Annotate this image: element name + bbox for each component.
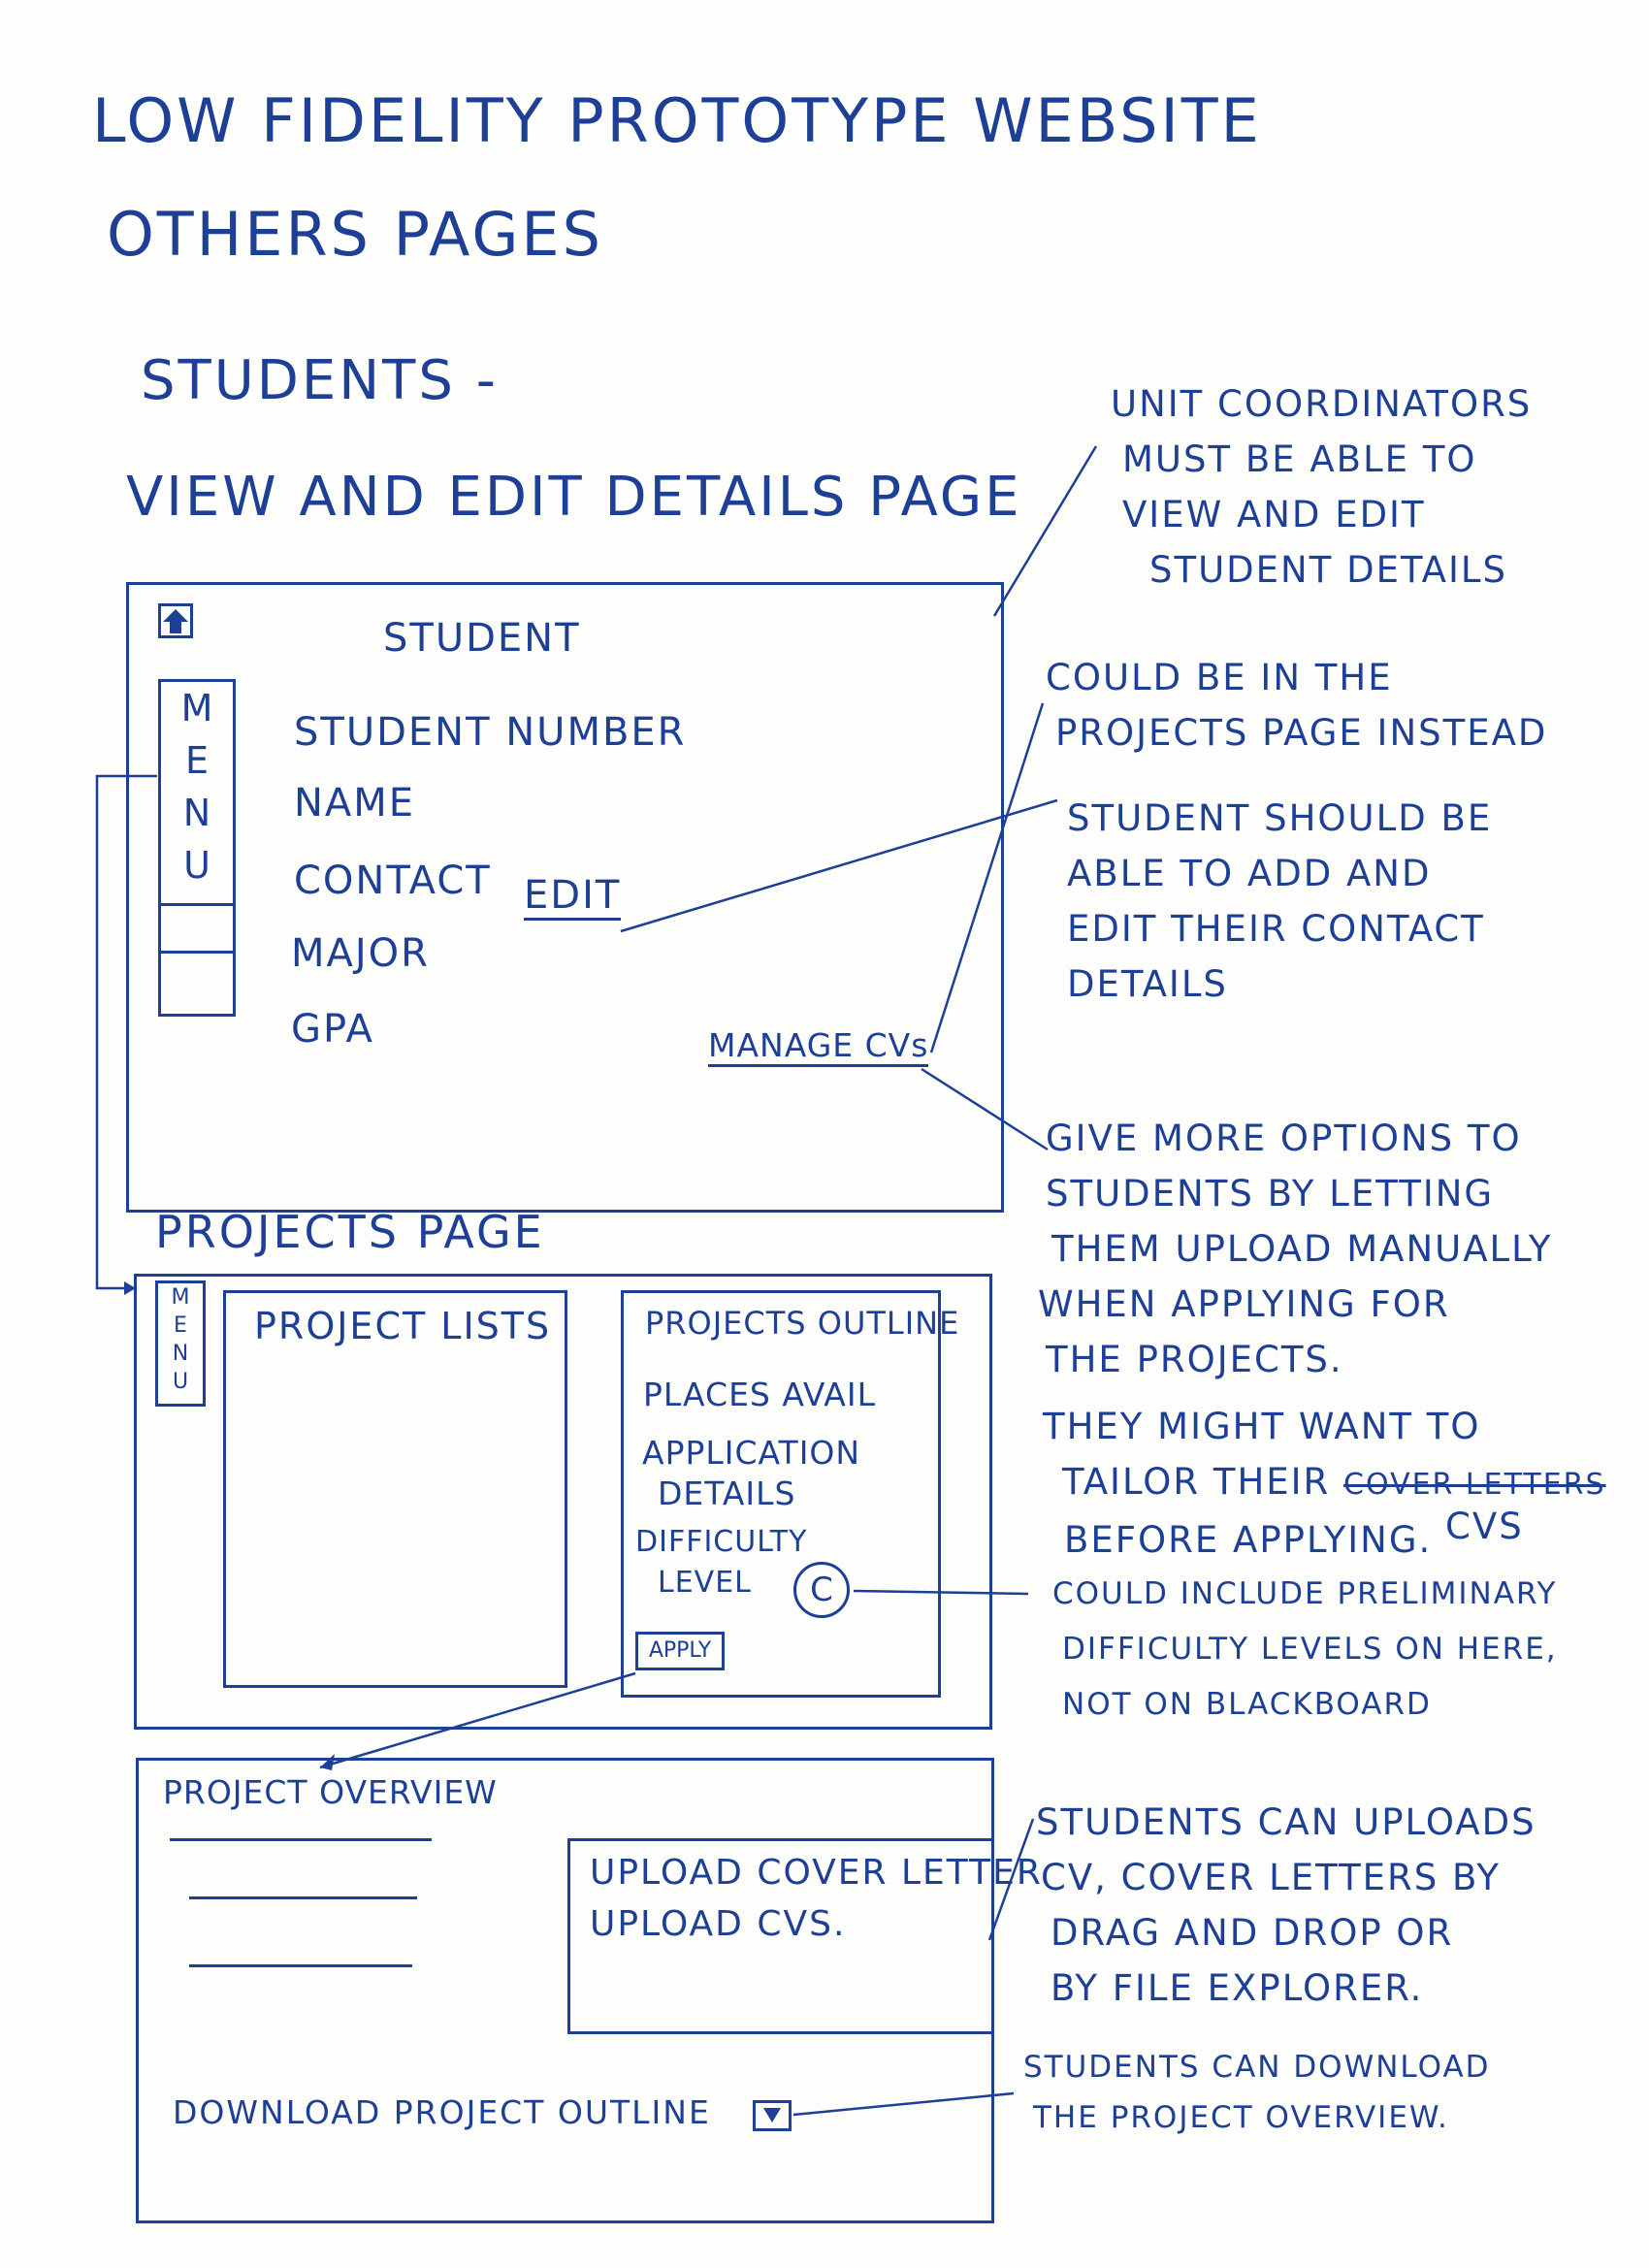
arrow-head: [124, 1281, 136, 1295]
connector-line: [853, 1589, 1029, 1596]
connector-line: [929, 702, 1045, 1053]
arrow-head: [320, 1754, 335, 1770]
connector-line: [792, 2091, 1015, 2117]
connector-line: [987, 1818, 1035, 1941]
connector-line: [319, 1671, 636, 1769]
connector-line: [921, 1067, 1049, 1151]
connector-line: [992, 445, 1098, 617]
connector-line: [95, 774, 157, 1290]
connector-lines: [95, 445, 1098, 2117]
